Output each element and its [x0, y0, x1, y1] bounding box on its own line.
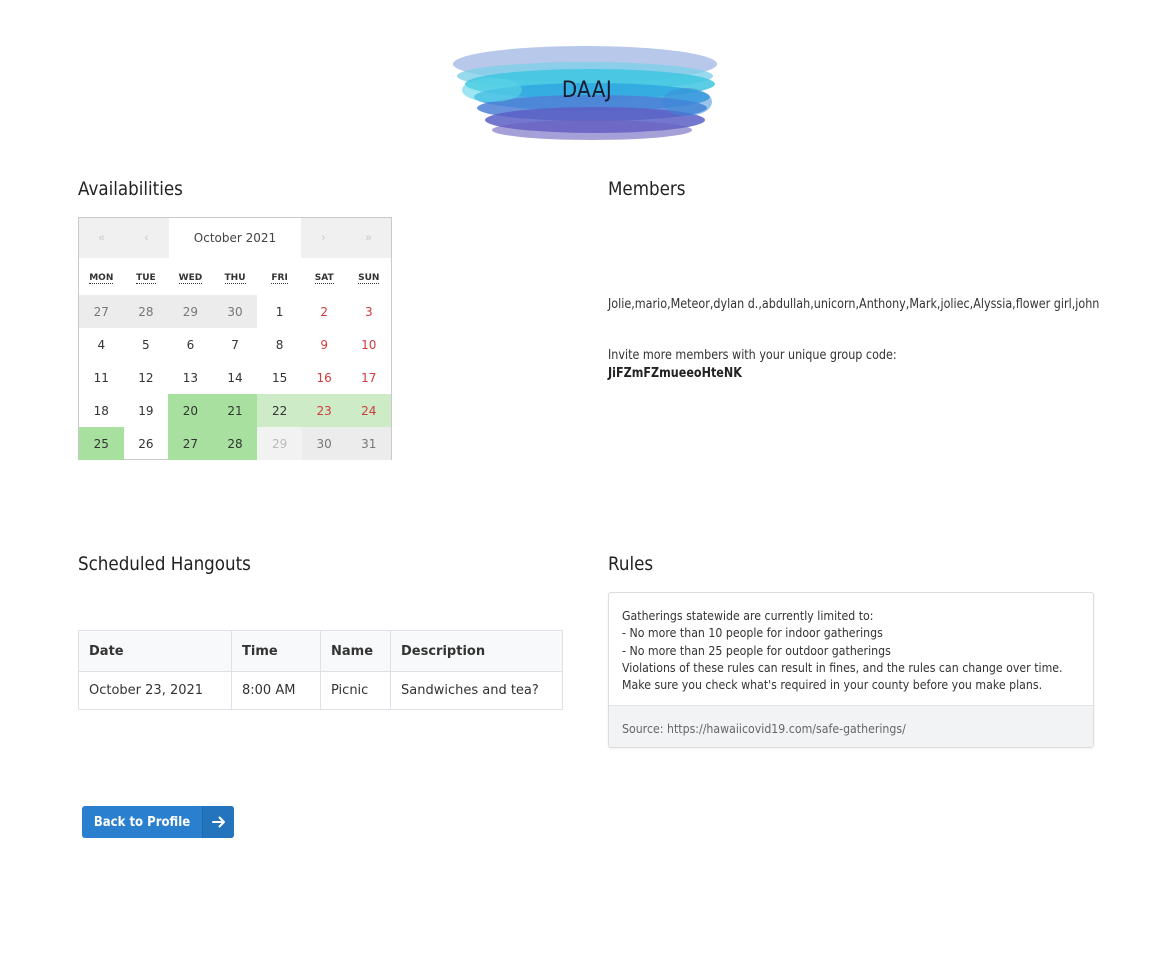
- table-row: October 23, 2021 8:00 AM Picnic Sandwich…: [78, 671, 563, 710]
- weekday-header: TUE: [124, 273, 169, 295]
- calendar-day[interactable]: 16: [302, 361, 347, 394]
- calendar-day[interactable]: 14: [213, 361, 258, 394]
- calendar-day[interactable]: 13: [168, 361, 213, 394]
- weekday-header: SAT: [302, 273, 347, 295]
- calendar-day[interactable]: 2: [302, 295, 347, 328]
- back-to-profile-button[interactable]: Back to Profile: [82, 806, 234, 838]
- calendar-day[interactable]: 11: [79, 361, 124, 394]
- invite-text: Invite more members with your unique gro…: [608, 348, 897, 363]
- weekday-label: THU: [224, 273, 246, 284]
- calendar-day[interactable]: 10: [346, 328, 391, 361]
- column-header-time: Time: [231, 630, 321, 672]
- rules-line: Gatherings statewide are currently limit…: [622, 608, 874, 623]
- calendar-day[interactable]: 6: [168, 328, 213, 361]
- rules-line: - No more than 25 people for outdoor gat…: [622, 642, 891, 658]
- rules-line: Make sure you check what's required in y…: [622, 677, 1043, 693]
- calendar-day[interactable]: 29: [168, 295, 213, 328]
- calendar-day[interactable]: 5: [124, 328, 169, 361]
- rules-line: Violations of these rules can result in …: [622, 659, 1063, 675]
- table-header-row: Date Time Name Description: [78, 630, 563, 672]
- calendar-week: 4 5 6 7 8 9 10: [79, 328, 391, 361]
- weekday-label: SAT: [314, 273, 334, 284]
- calendar-day[interactable]: 17: [346, 361, 391, 394]
- weekday-label: SUN: [358, 273, 380, 284]
- calendar-day[interactable]: 26: [124, 427, 169, 460]
- availabilities-heading: Availabilities: [78, 178, 183, 200]
- calendar-week: 11 12 13 14 15 16 17: [79, 361, 391, 394]
- rules-source-footer: Source: https://hawaiicovid19.com/safe-g…: [609, 705, 1093, 747]
- calendar-week: 25 26 27 28 29 30 31: [79, 427, 392, 460]
- calendar-header: « ‹ October 2021 › »: [79, 218, 391, 258]
- calendar-day[interactable]: 3: [346, 295, 391, 328]
- group-code: JiFZmFZmueeoHteNK: [608, 366, 742, 381]
- weekday-header: THU: [213, 273, 258, 295]
- calendar-day[interactable]: 21: [212, 394, 258, 427]
- prev-month-button[interactable]: ‹: [124, 218, 169, 258]
- calendar-day[interactable]: 22: [257, 394, 302, 427]
- weekday-label: FRI: [271, 273, 288, 284]
- weekday-label: MON: [89, 273, 114, 284]
- calendar-month-label[interactable]: October 2021: [169, 218, 301, 258]
- calendar-day[interactable]: 9: [302, 328, 347, 361]
- members-heading: Members: [608, 178, 686, 200]
- group-banner: DAAJ: [452, 42, 722, 146]
- column-header-name: Name: [320, 630, 391, 672]
- calendar-day[interactable]: 19: [124, 394, 169, 427]
- availability-calendar: « ‹ October 2021 › » MON TUE WED THU FRI SAT S…: [78, 217, 392, 460]
- calendar-grid: 27 28 29 30 1 2 3 4 5 6 7 8 9 10 11 12 13 14 15 16 17 18 19 20 2…: [79, 295, 392, 460]
- calendar-day[interactable]: 4: [79, 328, 124, 361]
- calendar-day[interactable]: 18: [79, 394, 124, 427]
- calendar-day[interactable]: 1: [257, 295, 302, 328]
- calendar-day[interactable]: 31: [346, 427, 392, 460]
- rules-heading: Rules: [608, 553, 654, 575]
- next-month-button[interactable]: ›: [301, 218, 346, 258]
- calendar-day[interactable]: 23: [301, 394, 347, 427]
- weekday-label: TUE: [136, 273, 156, 284]
- weekday-header: WED: [168, 273, 213, 295]
- calendar-day[interactable]: 28: [212, 427, 258, 460]
- column-header-description: Description: [390, 630, 563, 672]
- calendar-day[interactable]: 8: [257, 328, 302, 361]
- hangout-name: Picnic: [320, 671, 391, 710]
- hangout-date: October 23, 2021: [78, 671, 232, 710]
- back-to-profile-label: Back to Profile: [93, 814, 191, 830]
- weekday-header: MON: [79, 273, 124, 295]
- members-list: Jolie,mario,Meteor,dylan d.,abdullah,uni…: [608, 297, 1100, 312]
- calendar-day[interactable]: 15: [257, 361, 302, 394]
- rules-card: Gatherings statewide are currently limit…: [608, 592, 1094, 748]
- next-year-button[interactable]: »: [346, 218, 391, 258]
- arrow-right-icon: [202, 806, 234, 838]
- calendar-day[interactable]: 27: [79, 295, 124, 328]
- calendar-day[interactable]: 7: [213, 328, 258, 361]
- rules-source: Source: https://hawaiicovid19.com/safe-g…: [622, 720, 906, 736]
- weekday-header: FRI: [257, 273, 302, 295]
- calendar-day[interactable]: 12: [124, 361, 169, 394]
- rules-body: Gatherings statewide are currently limit…: [609, 593, 1093, 705]
- group-page: DAAJ Availabilities « ‹ October 2021 › »…: [0, 0, 1170, 960]
- calendar-day[interactable]: 24: [346, 394, 392, 427]
- weekday-label: WED: [178, 273, 203, 284]
- calendar-day[interactable]: 29: [257, 427, 302, 460]
- calendar-day[interactable]: 20: [168, 394, 213, 427]
- weekday-header: SUN: [346, 273, 391, 295]
- hangouts-heading: Scheduled Hangouts: [78, 553, 251, 575]
- calendar-day[interactable]: 30: [301, 427, 347, 460]
- calendar-day[interactable]: 30: [212, 295, 258, 328]
- prev-year-button[interactable]: «: [79, 218, 124, 258]
- group-name: DAAJ: [561, 78, 613, 103]
- column-header-date: Date: [78, 630, 232, 672]
- calendar-week: 27 28 29 30 1 2 3: [79, 295, 391, 328]
- calendar-week: 18 19 20 21 22 23 24: [79, 394, 392, 427]
- rules-line: - No more than 10 people for indoor gath…: [622, 625, 883, 641]
- hangout-time: 8:00 AM: [231, 671, 321, 710]
- hangouts-table: Date Time Name Description October 23, 2…: [78, 630, 563, 710]
- hangout-description: Sandwiches and tea?: [390, 671, 563, 710]
- calendar-day[interactable]: 25: [79, 427, 124, 460]
- calendar-weekdays: MON TUE WED THU FRI SAT SUN: [79, 273, 391, 295]
- calendar-day[interactable]: 27: [168, 427, 213, 460]
- calendar-day[interactable]: 28: [123, 295, 169, 328]
